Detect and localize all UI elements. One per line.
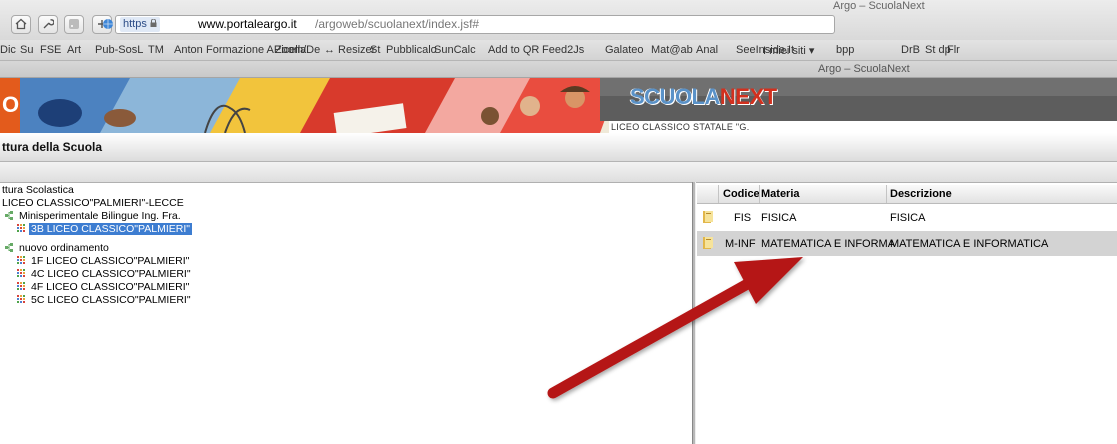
annotation-arrow-icon: [547, 257, 803, 399]
